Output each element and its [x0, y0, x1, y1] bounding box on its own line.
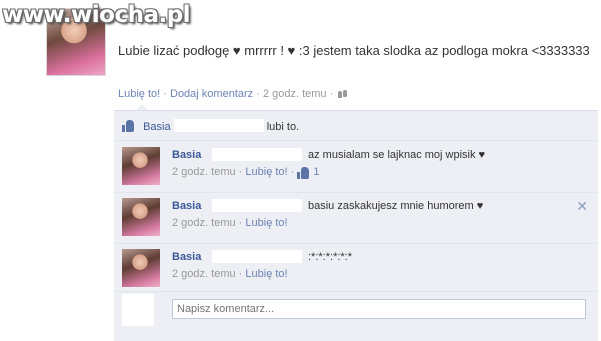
comment-composer — [122, 294, 588, 330]
comment-timestamp[interactable]: 2 godz. temu — [172, 268, 236, 280]
separator: · — [329, 88, 334, 100]
post-add-comment-link[interactable]: Dodaj komentarz — [170, 88, 253, 100]
comment-author-link[interactable]: Basia — [172, 251, 201, 263]
comment-author-avatar[interactable] — [122, 249, 160, 287]
comment-like-link[interactable]: Lubię to! — [245, 217, 287, 229]
redacted-surname — [212, 199, 302, 212]
comment-item: Basia basiu zaskakujesz mnie humorem ♥ 2… — [114, 194, 598, 244]
divider — [114, 192, 598, 193]
post-timestamp[interactable]: 2 godz. temu — [263, 88, 327, 100]
liker-name-link[interactable]: Basia — [143, 121, 171, 133]
comment-meta: 2 godz. temu · Lubię to! — [172, 268, 288, 280]
comment-author-link[interactable]: Basia — [172, 200, 201, 212]
post-like-link[interactable]: Lubię to! — [118, 88, 160, 100]
comment-like-count[interactable]: 1 — [313, 166, 319, 178]
viewer-avatar — [122, 294, 154, 326]
comment-timestamp[interactable]: 2 godz. temu — [172, 217, 236, 229]
close-icon[interactable]: ✕ — [576, 198, 588, 215]
redacted-surname — [173, 119, 264, 132]
likes-suffix: lubi to. — [266, 121, 300, 133]
comment-author-avatar[interactable] — [122, 198, 160, 236]
comment-item: Basia az musialam se lajknac moj wpisik … — [114, 143, 598, 193]
comment-item: Basia :*:*:*:*:*:* 2 godz. temu · Lubię … — [114, 245, 598, 295]
divider — [114, 291, 598, 292]
post-text: Lubie lizać podłogę ♥ mrrrrr ! ♥ :3 jest… — [118, 43, 590, 58]
comment-author-avatar[interactable] — [122, 147, 160, 185]
comments-section: Basia lubi to. Basia az musialam se lajk… — [114, 110, 598, 341]
comment-input[interactable] — [172, 299, 586, 319]
likes-summary: Basia lubi to. — [122, 119, 299, 133]
comment-text: az musialam se lajknac moj wpisik ♥ — [308, 149, 486, 161]
people-icon — [338, 90, 348, 99]
redacted-surname — [212, 250, 302, 263]
comment-meta: 2 godz. temu · Lubię to! — [172, 217, 288, 229]
divider — [114, 243, 598, 244]
comment-timestamp[interactable]: 2 godz. temu — [172, 166, 236, 178]
post-meta: Lubię to! · Dodaj komentarz · 2 godz. te… — [118, 88, 348, 100]
redacted-surname — [212, 148, 302, 161]
comment-text: basiu zaskakujesz mnie humorem ♥ — [308, 200, 484, 212]
separator: · — [163, 88, 167, 100]
watermark-logo: www.wiocha.pl — [2, 2, 191, 28]
thumbs-up-icon — [297, 167, 310, 179]
comment-like-link[interactable]: Lubię to! — [245, 268, 287, 280]
comment-text: :*:*:*:*:*:* — [308, 251, 353, 263]
comment-meta: 2 godz. temu · Lubię to! · 1 — [172, 166, 320, 179]
divider — [114, 140, 598, 141]
comment-author-link[interactable]: Basia — [172, 149, 201, 161]
comment-like-link[interactable]: Lubię to! — [245, 166, 287, 178]
thumbs-up-icon — [122, 120, 135, 132]
separator: · — [256, 88, 260, 100]
